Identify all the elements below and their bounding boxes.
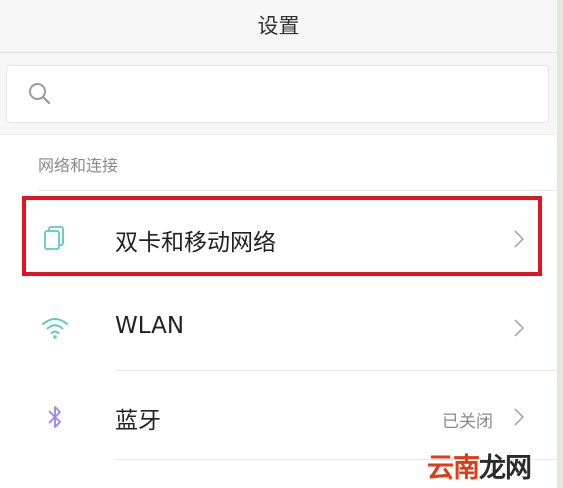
- search-box[interactable]: [6, 65, 549, 123]
- search-icon: [29, 83, 51, 105]
- divider: [38, 190, 557, 191]
- wifi-icon: [42, 318, 68, 339]
- section-header: 网络和连接: [38, 156, 119, 175]
- chevron-right-icon: [514, 408, 525, 426]
- page-title: 设置: [257, 14, 300, 38]
- row-separator: [115, 370, 557, 371]
- bluetooth-icon: [48, 406, 61, 428]
- watermark-part1: 云南: [427, 453, 480, 484]
- watermark-part2: 龙网: [479, 453, 532, 484]
- settings-row-sim[interactable]: 双卡和移动网络: [0, 194, 557, 282]
- search-input[interactable]: [65, 74, 539, 114]
- settings-row-wlan[interactable]: WLAN: [0, 283, 557, 371]
- row-label-wlan: WLAN: [115, 313, 185, 339]
- chevron-right-icon: [514, 230, 525, 248]
- screen-edge: [557, 0, 563, 488]
- chevron-right-icon: [514, 319, 525, 337]
- watermark: 云南龙网: [427, 446, 532, 485]
- sim-cards-icon: [44, 226, 64, 250]
- row-label-sim: 双卡和移动网络: [115, 230, 276, 256]
- bluetooth-status: 已关闭: [442, 412, 493, 432]
- title-bar: 设置: [0, 0, 557, 53]
- search-area: [0, 53, 557, 135]
- row-label-bluetooth: 蓝牙: [115, 408, 161, 434]
